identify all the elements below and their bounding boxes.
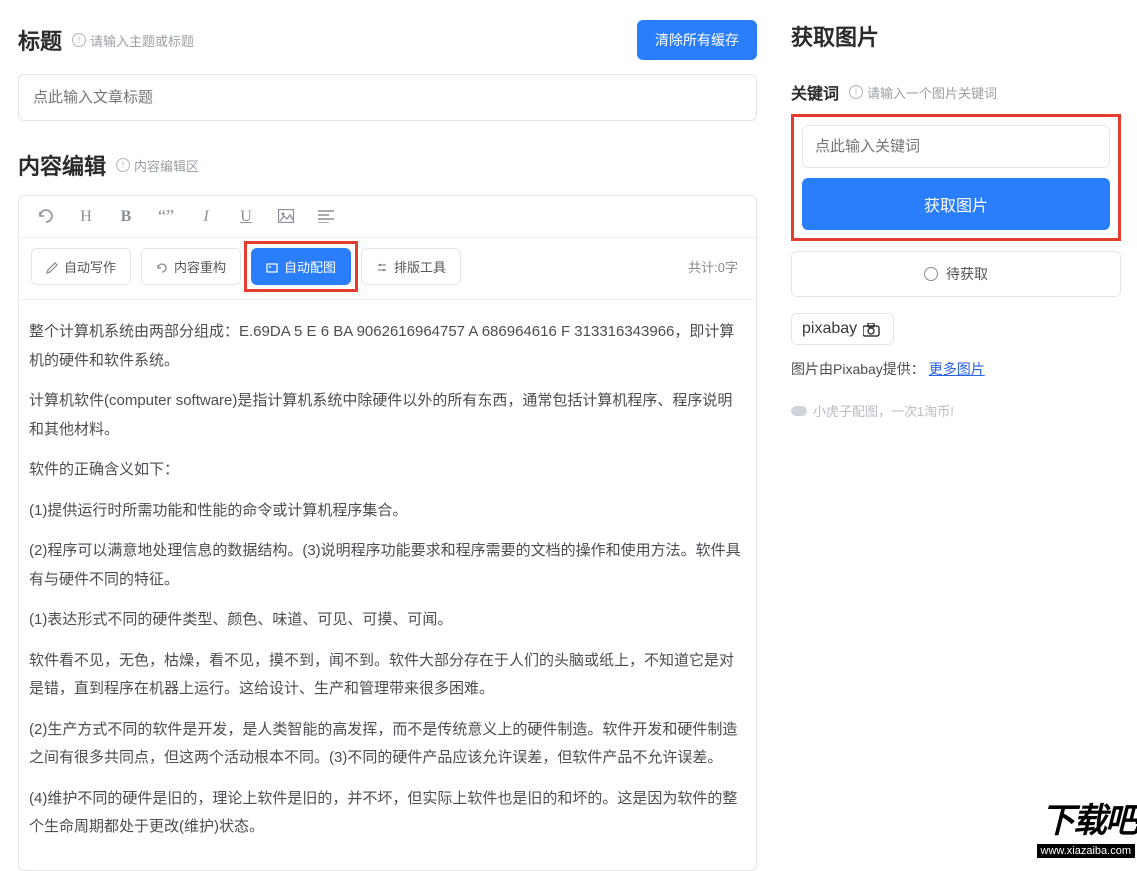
restructure-button[interactable]: 内容重构: [141, 248, 241, 285]
editor-body[interactable]: 整个计算机系统由两部分组成：E.69DA 5 E 6 BA 9062616964…: [19, 300, 756, 870]
info-icon: !: [116, 158, 130, 172]
underline-icon[interactable]: U: [237, 208, 255, 226]
title-header: 标题 ! 请输入主题或标题 清除所有缓存: [18, 20, 757, 60]
paragraph: 整个计算机系统由两部分组成：E.69DA 5 E 6 BA 9062616964…: [29, 318, 746, 375]
align-icon[interactable]: [317, 208, 335, 226]
heading-icon[interactable]: H: [77, 208, 95, 226]
keyword-label: 关键词: [791, 80, 839, 104]
circle-icon: [924, 267, 938, 281]
keyword-hint: ! 请输入一个图片关键词: [849, 83, 997, 102]
word-count: 共计:0字: [688, 257, 744, 276]
keyword-input[interactable]: [802, 125, 1110, 168]
clear-cache-button[interactable]: 清除所有缓存: [637, 20, 757, 60]
title-label: 标题: [18, 24, 62, 56]
image-icon[interactable]: [277, 208, 295, 226]
camera-icon: [863, 321, 883, 338]
content-hint: ! 内容编辑区: [116, 156, 199, 175]
keyword-header: 关键词 ! 请输入一个图片关键词: [791, 80, 1121, 104]
paragraph: (1)表达形式不同的硬件类型、颜色、味道、可见、可摸、可闻。: [29, 606, 746, 635]
cloud-icon: [791, 406, 807, 416]
main-column: 标题 ! 请输入主题或标题 清除所有缓存 内容编辑 ! 内容编辑区 H B: [0, 0, 775, 860]
keyword-highlight-box: 获取图片: [791, 114, 1121, 241]
footer-note: 小虎子配图，一次1淘币!: [791, 401, 1121, 420]
photo-icon: [266, 259, 278, 274]
title-hint: ! 请输入主题或标题: [72, 31, 194, 50]
undo-icon[interactable]: [37, 208, 55, 226]
editor-container: H B “” I U 自动写作: [18, 195, 757, 871]
info-icon: !: [72, 33, 86, 47]
paragraph: 软件的正确含义如下：: [29, 456, 746, 485]
watermark: 下载吧 www.xiazaiba.com: [997, 780, 1137, 860]
paragraph: 软件看不见，无色，枯燥，看不见，摸不到，闻不到。软件大部分存在于人们的头脑或纸上…: [29, 647, 746, 704]
settings-icon: [376, 259, 388, 274]
bold-icon[interactable]: B: [117, 208, 135, 226]
paragraph: (1)提供运行时所需功能和性能的命令或计算机程序集合。: [29, 497, 746, 526]
pending-status[interactable]: 待获取: [791, 251, 1121, 297]
layout-tool-button[interactable]: 排版工具: [361, 248, 461, 285]
paragraph: (4)维护不同的硬件是旧的，理论上软件是旧的，并不坏，但实际上软件也是旧的和坏的…: [29, 785, 746, 842]
paragraph: (2)生产方式不同的软件是开发，是人类智能的高发挥，而不是传统意义上的硬件制造。…: [29, 716, 746, 773]
format-toolbar: H B “” I U: [19, 196, 756, 238]
paragraph: (2)程序可以满意地处理信息的数据结构。(3)说明程序功能要求和程序需要的文档的…: [29, 537, 746, 594]
content-header: 内容编辑 ! 内容编辑区: [18, 149, 757, 181]
auto-image-button[interactable]: 自动配图: [251, 248, 351, 285]
content-label: 内容编辑: [18, 149, 106, 181]
auto-write-button[interactable]: 自动写作: [31, 248, 131, 285]
sidebar-column: 获取图片 关键词 ! 请输入一个图片关键词 获取图片 待获取 pixabay 图…: [775, 0, 1137, 860]
paragraph: 计算机软件(computer software)是指计算机系统中除硬件以外的所有…: [29, 387, 746, 444]
fetch-image-button[interactable]: 获取图片: [802, 178, 1110, 230]
pencil-icon: [46, 259, 58, 274]
refresh-icon: [156, 259, 168, 274]
info-icon: !: [849, 85, 863, 99]
pixabay-badge: pixabay: [791, 313, 894, 345]
auto-image-highlight: 自动配图: [251, 248, 351, 285]
more-images-link[interactable]: 更多图片: [929, 361, 985, 377]
content-section: 内容编辑 ! 内容编辑区 H B “” I U: [18, 149, 757, 871]
quote-icon[interactable]: “”: [157, 206, 175, 227]
article-title-input[interactable]: [18, 74, 757, 121]
credit-line: 图片由Pixabay提供： 更多图片: [791, 359, 1121, 379]
action-toolbar: 自动写作 内容重构 自动配图: [19, 238, 756, 300]
fetch-image-title: 获取图片: [791, 20, 1121, 52]
italic-icon[interactable]: I: [197, 208, 215, 226]
